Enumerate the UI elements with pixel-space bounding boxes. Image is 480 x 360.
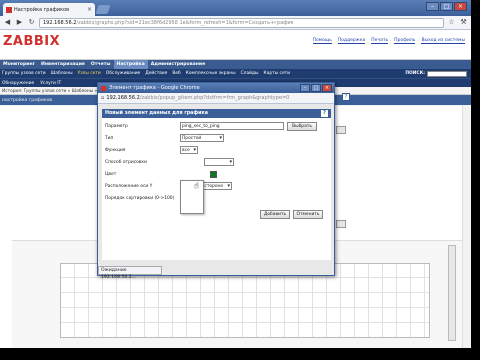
submenu-host-groups[interactable]: Группы узлов сети	[2, 71, 46, 76]
window-controls: – □ ×	[426, 2, 467, 11]
type-label: Тип	[105, 136, 114, 141]
draw-style-row: Способ отрисовки	[102, 157, 331, 168]
popup-minimize-button[interactable]: –	[300, 84, 310, 92]
popup-maximize-button[interactable]: □	[311, 84, 321, 92]
graph-item-popup: Элемент графика - Google Chrome – □ × ▫ …	[97, 82, 335, 280]
url-host: 192.168.56.2	[43, 19, 77, 26]
forward-icon[interactable]: ▶	[15, 18, 24, 27]
popup-page-icon: ▫	[101, 95, 105, 101]
menu-inventory[interactable]: Инвентаризация	[38, 60, 88, 69]
search-input[interactable]	[427, 70, 467, 77]
color-swatch[interactable]	[210, 171, 217, 178]
minimize-button[interactable]: –	[426, 2, 439, 11]
popup-close-button[interactable]: ×	[322, 84, 332, 92]
zabbix-logo: ZABBIX	[3, 34, 61, 49]
color-row: Цвет	[102, 169, 331, 180]
popup-url-bar[interactable]: ▫ 192.168.56.2/zabbix/popup_gitem.php?ds…	[98, 93, 334, 104]
parameter-label: Параметр	[105, 124, 128, 129]
select-item-button[interactable]: Выбрать	[287, 122, 317, 131]
form-header: Новый элемент данных для графика ?	[102, 109, 331, 118]
function-dropdown-list[interactable]	[180, 180, 204, 214]
wrench-icon[interactable]: ⚒	[459, 18, 468, 27]
search-label: ПОИСК:	[405, 71, 425, 76]
submenu-slides[interactable]: Слайды	[241, 71, 259, 76]
function-select[interactable]: все	[180, 146, 198, 154]
sort-order-label: Порядок сортировки (0->100)	[105, 196, 175, 201]
color-label: Цвет	[105, 172, 117, 177]
popup-form: Новый элемент данных для графика ? Парам…	[102, 109, 331, 260]
menu-monitoring[interactable]: Мониторинг	[0, 60, 38, 69]
bookmark-star-icon[interactable]: ☆	[447, 18, 456, 27]
help-icon[interactable]: ?	[321, 110, 328, 117]
draw-style-label: Способ отрисовки	[105, 160, 147, 165]
new-tab-button[interactable]	[95, 5, 111, 14]
popup-title: Элемент графика - Google Chrome	[109, 85, 200, 91]
type-row: Тип Простой	[102, 133, 331, 144]
zabbix-favicon-icon	[101, 85, 106, 91]
profile-link[interactable]: Профиль	[394, 38, 416, 44]
browser-titlebar: Настройка графиков × – □ ×	[0, 0, 471, 16]
screen: Настройка графиков × – □ × ◀ ▶ ↻ 192.168…	[0, 0, 480, 360]
url-input[interactable]: 192.168.56.2/zabbix/graphs.php?sid=21ec3…	[39, 17, 444, 28]
zabbix-favicon-icon	[6, 6, 12, 13]
help-link[interactable]: Помощь	[312, 38, 332, 44]
graph-scroll-slider[interactable]	[448, 245, 456, 341]
page-title: настройка графиков	[2, 97, 53, 103]
sub-menu: Группы узлов сети Шаблоны Узлы сети Обсл…	[0, 69, 471, 78]
submenu-actions[interactable]: Действия	[145, 71, 167, 76]
print-link[interactable]: Печать	[371, 38, 389, 44]
draw-style-select[interactable]	[204, 158, 234, 166]
menu-reports[interactable]: Отчеты	[88, 60, 114, 69]
parameter-field[interactable]: ping_sec_to_ping	[180, 122, 284, 130]
bg-form-control	[336, 220, 346, 228]
search-box: ПОИСК:	[405, 70, 467, 77]
graph-x-labels	[60, 338, 430, 348]
mouse-cursor-icon: ☝	[194, 181, 199, 190]
back-icon[interactable]: ◀	[3, 18, 12, 27]
reload-icon[interactable]: ↻	[27, 18, 36, 27]
function-label: Функция	[105, 148, 126, 153]
popup-status-bar: Ожидание 192.168.56.2...	[98, 266, 162, 280]
submenu-web[interactable]: Веб	[172, 71, 180, 76]
y-axis-row: Расположение оси Y По левой стороне	[102, 181, 331, 192]
browser-tab[interactable]: Настройка графиков ×	[3, 3, 95, 16]
url-path: /zabbix/graphs.php?sid=21ec38f6d2958 1e&…	[76, 19, 294, 26]
submenu-maps[interactable]: Карты сети	[264, 71, 291, 76]
menu-configuration[interactable]: Настройка	[113, 60, 148, 69]
top-links: Помощь Поддержка Печать Профиль Выход из…	[312, 38, 465, 44]
support-link[interactable]: Поддержка	[337, 38, 366, 44]
zabbix-header: ZABBIX Помощь Поддержка Печать Профиль В…	[0, 30, 471, 60]
submenu-screens[interactable]: Комплексные экраны	[186, 71, 236, 76]
parameter-row: Параметр ping_sec_to_ping Выбрать	[102, 121, 331, 132]
close-window-button[interactable]: ×	[454, 2, 467, 11]
browser-window: Настройка графиков × – □ × ◀ ▶ ↻ 192.168…	[0, 0, 471, 348]
cancel-button[interactable]: Отменить	[293, 210, 323, 219]
main-menu: Мониторинг Инвентаризация Отчеты Настрой…	[0, 60, 471, 69]
submenu-hosts[interactable]: Узлы сети	[78, 71, 101, 76]
submenu-it-services[interactable]: Услуги IT	[40, 81, 61, 86]
submenu-maintenance[interactable]: Обслуживание	[106, 71, 141, 76]
function-row: Функция все	[102, 145, 331, 156]
menu-administration[interactable]: Администрирование	[148, 60, 208, 69]
submenu-templates[interactable]: Шаблоны	[51, 71, 73, 76]
y-axis-label: Расположение оси Y	[105, 184, 153, 189]
popup-url-path: /zabbix/popup_gitem.php?dstfrm=frm_graph…	[139, 95, 290, 101]
address-bar: ◀ ▶ ↻ 192.168.56.2/zabbix/graphs.php?sid…	[0, 16, 471, 30]
popup-url-host: 192.168.56.2	[106, 95, 140, 101]
tab-title: Настройка графиков	[14, 6, 70, 13]
logout-link[interactable]: Выход из системы	[421, 38, 465, 44]
add-button[interactable]: Добавить	[260, 210, 290, 219]
bg-form-control	[336, 126, 346, 134]
page-scrollbar[interactable]	[462, 106, 471, 348]
sort-order-row: Порядок сортировки (0->100) 0	[102, 193, 331, 204]
form-title: Новый элемент данных для графика	[105, 111, 209, 116]
help-icon[interactable]: ?	[342, 93, 350, 101]
popup-window-controls: – □ ×	[300, 84, 332, 92]
maximize-button[interactable]: □	[440, 2, 453, 11]
tab-close-icon[interactable]: ×	[87, 6, 92, 13]
submenu-discovery[interactable]: Обнаружение	[2, 81, 34, 86]
type-select[interactable]: Простой	[180, 134, 224, 142]
popup-titlebar: Элемент графика - Google Chrome – □ ×	[98, 83, 334, 93]
